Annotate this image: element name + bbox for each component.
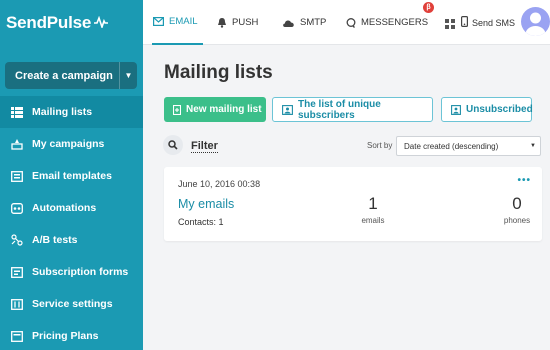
sidebar-item-mailing-lists[interactable]: Mailing lists — [0, 96, 143, 128]
sidebar-nav: Mailing lists My campaigns Email templat… — [0, 96, 143, 350]
send-sms-link[interactable]: Send SMS — [461, 0, 515, 45]
caret-down-icon[interactable]: ▼ — [119, 62, 137, 89]
envelope-icon — [153, 17, 164, 26]
mailing-list-card: June 10, 2016 00:38 ••• My emails Contac… — [164, 167, 542, 241]
sidebar-item-subscription-forms[interactable]: Subscription forms — [0, 256, 143, 288]
send-sms-label: Send SMS — [472, 17, 516, 28]
bell-icon — [217, 17, 227, 28]
sort-select[interactable]: Date created (descending) ▼ — [396, 136, 541, 156]
sort-select-value: Date created (descending) — [404, 141, 499, 151]
tab-label: MESSENGERS — [361, 17, 429, 28]
top-navigation: EMAIL PUSH SMTP MESSENGERS β Send SMS — [143, 0, 550, 45]
campaigns-icon — [10, 138, 23, 150]
tab-messengers[interactable]: MESSENGERS — [346, 0, 428, 45]
form-icon — [10, 266, 23, 278]
ab-test-icon — [10, 234, 23, 246]
sendpulse-logo[interactable]: SendPulse — [0, 0, 143, 45]
new-mailing-list-button[interactable]: New mailing list — [164, 97, 266, 122]
sidebar-item-label: A/B tests — [32, 234, 78, 246]
list-name-link[interactable]: My emails — [178, 197, 234, 211]
chat-icon — [346, 17, 356, 28]
sidebar-item-label: Email templates — [32, 170, 112, 182]
add-list-icon — [173, 104, 181, 115]
new-mailing-list-label: New mailing list — [186, 104, 262, 115]
phones-label: phones — [503, 216, 531, 225]
emails-stat: 1 emails — [348, 194, 398, 225]
tab-push[interactable]: PUSH — [217, 0, 258, 45]
pulse-icon — [94, 13, 109, 33]
beta-badge: β — [423, 2, 434, 13]
user-avatar[interactable] — [521, 7, 550, 36]
sidebar-item-service-settings[interactable]: Service settings — [0, 288, 143, 320]
unsubscribed-label: Unsubscribed — [466, 104, 533, 115]
emails-count: 1 — [368, 194, 378, 213]
unique-subscribers-button[interactable]: The list of unique subscribers — [272, 97, 433, 122]
tab-label: EMAIL — [169, 16, 198, 27]
phones-count: 0 — [512, 194, 522, 213]
create-campaign-label: Create a campaign — [15, 69, 113, 82]
tab-label: SMTP — [300, 17, 327, 28]
unsubscribe-icon — [451, 104, 461, 115]
automation-icon — [10, 202, 23, 214]
list-icon — [10, 106, 23, 118]
emails-label: emails — [361, 216, 385, 225]
filter-toggle[interactable]: Filter — [191, 140, 218, 153]
phone-icon — [461, 16, 469, 29]
unsubscribed-button[interactable]: Unsubscribed — [441, 97, 533, 122]
phones-stat: 0 phones — [492, 194, 542, 225]
list-created-date: June 10, 2016 00:38 — [178, 179, 261, 189]
cloud-icon — [282, 18, 295, 28]
apps-icon[interactable] — [445, 16, 455, 34]
tab-label: PUSH — [232, 17, 259, 28]
page-title: Mailing lists — [164, 62, 273, 83]
list-contacts-count: Contacts: 1 — [178, 217, 224, 227]
tab-email[interactable]: EMAIL — [152, 0, 203, 45]
sidebar-item-label: Mailing lists — [32, 106, 93, 118]
sidebar-item-pricing-plans[interactable]: Pricing Plans — [0, 320, 143, 350]
sidebar-item-label: Automations — [32, 202, 97, 214]
sidebar-item-label: Pricing Plans — [32, 330, 99, 342]
sidebar-item-my-campaigns[interactable]: My campaigns — [0, 128, 143, 160]
sidebar-item-label: Subscription forms — [32, 266, 129, 278]
create-campaign-button[interactable]: Create a campaign ▼ — [5, 62, 137, 89]
logo-text: SendPulse — [6, 12, 92, 32]
more-options-icon[interactable]: ••• — [517, 175, 531, 186]
search-icon[interactable] — [163, 135, 183, 155]
sidebar: SendPulse Create a campaign ▼ Mailing li… — [0, 0, 143, 350]
settings-icon — [10, 298, 23, 310]
tab-smtp[interactable]: SMTP — [282, 0, 326, 45]
sort-by-label: Sort by — [367, 141, 393, 150]
sidebar-item-label: My campaigns — [32, 138, 105, 150]
dropdown-arrow-icon: ▼ — [530, 143, 536, 149]
pricing-icon — [10, 330, 23, 342]
template-icon — [10, 170, 23, 182]
sidebar-item-label: Service settings — [32, 298, 113, 310]
sidebar-item-automations[interactable]: Automations — [0, 192, 143, 224]
sidebar-item-email-templates[interactable]: Email templates — [0, 160, 143, 192]
users-icon — [282, 104, 293, 115]
unique-subscribers-label: The list of unique subscribers — [298, 98, 381, 121]
sidebar-item-ab-tests[interactable]: A/B tests — [0, 224, 143, 256]
